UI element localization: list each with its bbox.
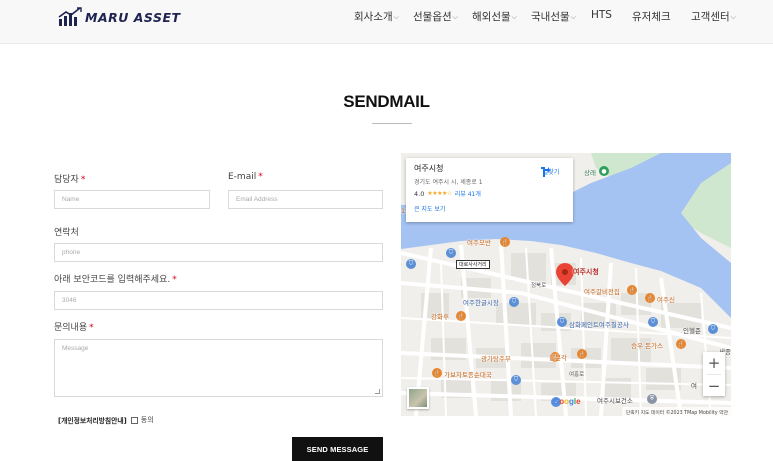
name-input[interactable]: Name xyxy=(54,190,210,209)
map-label: 여 xyxy=(691,382,697,390)
shopping-icon[interactable]: ⛉ xyxy=(509,297,519,307)
captcha-label: 아래 보안코드를 입력해주세요. * xyxy=(54,275,177,285)
nav-item-futures-options[interactable]: 선물옵션⌵ xyxy=(413,9,458,24)
rating-value: 4.0 xyxy=(414,189,425,198)
message-textarea[interactable]: Message xyxy=(54,339,383,397)
nav-label: 회사소개 xyxy=(354,11,393,23)
google-logo: Google xyxy=(553,397,581,406)
map-label: 정북로 xyxy=(531,283,547,289)
map-label: 여주모반 xyxy=(467,239,491,247)
marker-label: 여주시청 xyxy=(573,268,599,276)
zoom-out-button[interactable]: − xyxy=(703,375,725,397)
satellite-toggle[interactable] xyxy=(407,387,429,409)
inquiry-label: 문의내용 * xyxy=(54,323,94,333)
agree-checkbox[interactable] xyxy=(130,416,138,424)
email-input[interactable]: Email Address xyxy=(228,190,383,209)
place-address: 경기도 여주시 시, 세종로 1 xyxy=(414,179,483,186)
map-label: 여주한글시장 xyxy=(463,299,499,307)
map-label: 여흥로 xyxy=(569,372,585,378)
map-label: 승우 돈가스 xyxy=(631,342,663,350)
map-label: 강화후 xyxy=(431,313,449,321)
map-label: 여주갈비전집 xyxy=(584,288,620,296)
restaurant-icon[interactable]: 🍴 xyxy=(676,339,686,349)
captcha-input[interactable]: 3046 xyxy=(54,291,383,310)
nav-label: 유저체크 xyxy=(632,11,671,23)
shopping-icon[interactable]: ⛉ xyxy=(446,248,456,258)
directions-icon xyxy=(541,167,550,177)
agree-label: 동의 xyxy=(140,416,154,424)
map-label: 홍문각 xyxy=(549,354,567,362)
nav-item-hts[interactable]: HTS xyxy=(591,9,612,21)
nav-label: 국내선물 xyxy=(531,11,570,23)
reviews-link[interactable]: 리뷰 41개 xyxy=(455,189,481,198)
place-rating: 4.0 ★★★★☆ 리뷰 41개 xyxy=(414,189,565,199)
hospital-icon[interactable]: ⛨ xyxy=(647,394,657,404)
nav-item-company[interactable]: 회사소개⌵ xyxy=(354,9,399,24)
google-map[interactable]: 🍴 ⛉ ⛉ ⛉ 🍴 🍴 🍴 ⛉ ⛉ 🍴 🍴 🍴 🍴 ⛉ ⛨ ⛉ ● ⛉ 여주모반… xyxy=(401,153,731,416)
shopping-icon[interactable]: ⛉ xyxy=(406,259,416,269)
restaurant-icon[interactable]: 🍴 xyxy=(645,293,655,303)
page-title: SENDMAIL xyxy=(343,92,430,111)
chevron-down-icon: ⌵ xyxy=(570,13,576,21)
nav-label: 선물옵션 xyxy=(413,11,452,23)
park-icon[interactable]: ● xyxy=(599,166,609,176)
road-sign: 대로사사거리 xyxy=(456,260,490,269)
directions-button[interactable]: 길찾기 xyxy=(539,166,563,177)
email-label: E-mail * xyxy=(228,172,263,182)
title-divider xyxy=(372,123,412,124)
nav-label: HTS xyxy=(591,9,612,21)
message-placeholder: Message xyxy=(62,345,89,352)
restaurant-icon[interactable]: 🍴 xyxy=(456,311,466,321)
zoom-control: + − xyxy=(703,352,725,396)
place-info-card: 여주시청 경기도 여주시 시, 세종로 1 4.0 ★★★★☆ 리뷰 41개 큰… xyxy=(406,158,573,222)
zoom-in-button[interactable]: + xyxy=(703,352,725,374)
map-label: 가보자토종순대국 xyxy=(444,371,492,379)
privacy-consent: [개인정보처리방침안내] 동의 xyxy=(58,415,154,425)
main-nav: 회사소개⌵ 선물옵션⌵ 해외선물⌵ 국내선물⌵ HTS 유저체크 고객센터⌵ xyxy=(0,9,773,25)
nav-item-overseas-futures[interactable]: 해외선물⌵ xyxy=(472,9,517,24)
map-attribution: 단축키 지도 데이터 ©2023 TMap Mobility 약관 xyxy=(621,407,731,416)
chevron-down-icon: ⌵ xyxy=(393,13,399,21)
nav-item-user-check[interactable]: 유저체크 xyxy=(632,9,671,24)
contact-label: 연락처 xyxy=(54,228,79,238)
chevron-down-icon: ⌵ xyxy=(730,13,736,21)
shopping-icon[interactable]: ⛉ xyxy=(708,324,718,334)
site-header: MARU ASSET 회사소개⌵ 선물옵션⌵ 해외선물⌵ 국내선물⌵ HTS 유… xyxy=(0,0,773,44)
nav-label: 해외선물 xyxy=(472,11,511,23)
restaurant-icon[interactable]: 🍴 xyxy=(432,368,442,378)
phone-input[interactable]: phone xyxy=(54,243,383,262)
map-label: 삼화페인트여주칠공사 xyxy=(569,321,629,329)
shopping-icon[interactable]: ⛉ xyxy=(511,375,521,385)
star-rating-icon: ★★★★☆ xyxy=(427,190,452,197)
shopping-icon[interactable]: ⛉ xyxy=(557,317,567,327)
shopping-icon[interactable]: ⛉ xyxy=(648,317,658,327)
nav-item-domestic-futures[interactable]: 국내선물⌵ xyxy=(531,9,576,24)
map-label: 인헬준 xyxy=(683,327,701,335)
chevron-down-icon: ⌵ xyxy=(452,13,458,21)
nav-item-customer-center[interactable]: 고객센터⌵ xyxy=(691,9,736,24)
view-larger-map-link[interactable]: 큰 지도 보기 xyxy=(414,204,565,213)
restaurant-icon[interactable]: 🍴 xyxy=(500,237,510,247)
map-label: 여주시보건소 xyxy=(597,397,633,405)
manager-label: 담당자 * xyxy=(54,175,86,185)
map-label: 광가탕주부 xyxy=(481,355,511,363)
map-label: 상래 xyxy=(584,169,596,177)
resize-handle-icon[interactable] xyxy=(375,389,380,394)
privacy-policy-link[interactable]: [개인정보처리방침안내] xyxy=(58,415,127,425)
restaurant-icon[interactable]: 🍴 xyxy=(577,349,587,359)
nav-label: 고객센터 xyxy=(691,11,730,23)
chevron-down-icon: ⌵ xyxy=(511,13,517,21)
restaurant-icon[interactable]: 🍴 xyxy=(627,285,637,295)
send-message-button[interactable]: SEND MESSAGE xyxy=(292,437,383,461)
map-label: 여주신 xyxy=(657,296,675,304)
